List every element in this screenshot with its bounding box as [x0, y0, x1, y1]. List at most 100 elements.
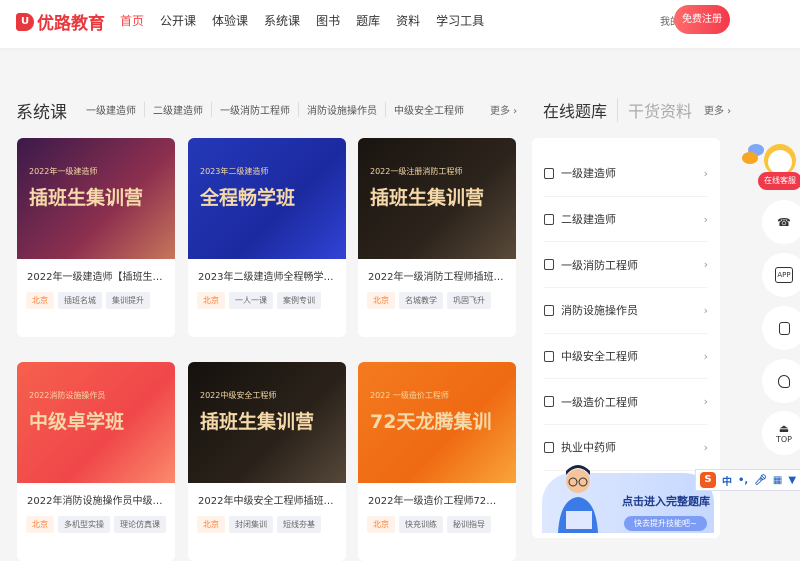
city-tag: 北京 [26, 516, 54, 533]
item-label: 执业中药师 [561, 441, 616, 455]
course-banner[interactable]: 2022消防设施操作员中级卓学班 [17, 362, 175, 483]
banner-subtitle: 2023年二级建造师 [200, 167, 269, 176]
question-bank-item[interactable]: 一级造价工程师 › [544, 379, 708, 426]
chevron-right-icon: › [703, 212, 708, 226]
nav-trial[interactable]: 体验课 [212, 12, 248, 29]
question-bank-item[interactable]: 中级安全工程师 › [544, 334, 708, 380]
item-label: 一级建造师 [561, 167, 616, 181]
punctuation-icon[interactable]: •, [738, 475, 748, 486]
course-banner[interactable]: 2022中级安全工程师插班生集训营 [188, 362, 346, 483]
course-title[interactable]: 2022年一级造价工程师72天龙腾... [368, 492, 506, 507]
banner-title: 插班生集训营 [370, 187, 485, 209]
online-service-button[interactable]: 在线客服 [758, 172, 800, 190]
feature-tag: 短线夯基 [277, 516, 321, 533]
promo-banner[interactable]: 点击进入完整题库 快去提升技能吧~ [542, 465, 714, 533]
feature-tag: 理论仿真课 [114, 516, 166, 533]
course-title[interactable]: 2022年中级安全工程师插班生集训营 [198, 492, 336, 507]
app-icon: APP [775, 267, 793, 283]
city-tag: 北京 [197, 516, 225, 533]
banner-title: 全程畅学班 [200, 187, 296, 209]
feature-tag: 集训提升 [106, 292, 150, 309]
course-title[interactable]: 2022年一级建造师【插班生集训营】 [27, 268, 165, 283]
nav-system-course[interactable]: 系统课 [264, 12, 300, 29]
question-bank-item[interactable]: 一级建造师 › [544, 151, 708, 197]
keyboard-icon[interactable]: ▦ [773, 475, 782, 486]
feature-tag: 封闭集训 [229, 516, 273, 533]
feature-tag: 秘训指导 [447, 516, 491, 533]
logo-icon: U [16, 12, 34, 31]
feature-tag: 案例专训 [277, 292, 321, 309]
promo-button[interactable]: 快去提升技能吧~ [624, 516, 707, 531]
book-icon [544, 396, 554, 408]
nav-home[interactable]: 首页 [120, 12, 144, 29]
feature-tag: 多机型实操 [58, 516, 110, 533]
coupon-icon [778, 374, 790, 388]
course-banner[interactable]: 2023年二级建造师全程畅学班 [188, 138, 346, 259]
course-banner[interactable]: 2022一级注册消防工程师 插班生集训营 [358, 138, 516, 259]
item-label: 一级消防工程师 [561, 258, 638, 272]
banner-subtitle: 2022中级安全工程师 [200, 391, 277, 400]
course-card[interactable]: 2022一级注册消防工程师插班生集训营 2022年一级消防工程师插班生集训营 北… [358, 138, 516, 337]
question-bank-item[interactable]: 二级建造师 › [544, 197, 708, 243]
subnav-item[interactable]: 二级建造师 [144, 102, 211, 117]
nav-tools[interactable]: 学习工具 [436, 12, 484, 29]
person-illustration-icon [558, 465, 598, 533]
course-title[interactable]: 2023年二级建造师全程畅学班【北... [198, 268, 336, 283]
ime-toolbar[interactable]: S 中 •, 🎤︎ ▦ ▼ [695, 469, 800, 491]
app-button[interactable]: APP [762, 253, 800, 297]
course-card[interactable]: 2022消防设施操作员中级卓学班 2022年消防设施操作员中级卓学班... 北京… [17, 362, 175, 561]
city-tag: 北京 [367, 516, 395, 533]
question-bank-item[interactable]: 消防设施操作员 › [544, 288, 708, 334]
banner-title: 插班生集训营 [29, 187, 144, 209]
subnav-item[interactable]: 一级建造师 [78, 102, 144, 117]
tab-question-bank[interactable]: 在线题库 [543, 98, 607, 122]
course-card[interactable]: 2022中级安全工程师插班生集训营 2022年中级安全工程师插班生集训营 北京封… [188, 362, 346, 561]
nav-materials[interactable]: 资料 [396, 12, 420, 29]
book-icon [544, 304, 554, 316]
chevron-right-icon: › [703, 349, 708, 363]
subnav-item[interactable]: 消防设施操作员 [298, 102, 385, 117]
chevron-right-icon: › [703, 166, 708, 180]
register-button[interactable]: 免费注册 [674, 5, 730, 34]
city-tag: 北京 [197, 292, 225, 309]
banner-subtitle: 2022年一级建造师 [29, 167, 98, 176]
tab-materials[interactable]: 干货资料 [617, 98, 692, 122]
back-to-top-button[interactable]: ⏏ TOP [762, 411, 800, 455]
feature-tag: 名城教学 [399, 292, 443, 309]
course-title[interactable]: 2022年一级消防工程师插班生集训营 [368, 268, 506, 283]
item-label: 消防设施操作员 [561, 304, 638, 318]
section-title: 系统课 [16, 103, 67, 123]
logo-text: 优路教育 [37, 14, 105, 34]
nav-books[interactable]: 图书 [316, 12, 340, 29]
course-card[interactable]: 2022 一级造价工程师 72天龙腾集训 2022年一级造价工程师72天龙腾...… [358, 362, 516, 561]
ime-language[interactable]: 中 [722, 473, 732, 488]
question-bank-item[interactable]: 一级消防工程师 › [544, 242, 708, 289]
course-title[interactable]: 2022年消防设施操作员中级卓学班... [27, 492, 165, 507]
logo[interactable]: U 优路教育 [16, 9, 105, 34]
course-banner[interactable]: 2022年一级建造师插班生集训营 [17, 138, 175, 259]
question-bank-panel: 一级建造师 › 二级建造师 › 一级消防工程师 › 消防设施操作员 › 中级安全工程师 › 一级造价… [532, 138, 720, 538]
coupon-button[interactable] [762, 359, 800, 403]
microphone-icon[interactable]: 🎤︎ [754, 475, 767, 486]
banner-title: 插班生集训营 [200, 411, 315, 433]
banner-subtitle: 2022消防设施操作员 [29, 391, 106, 400]
book-icon [544, 167, 554, 179]
book-icon [544, 350, 554, 362]
wechat-button[interactable] [762, 306, 800, 350]
course-card[interactable]: 2023年二级建造师全程畅学班 2023年二级建造师全程畅学班【北... 北京一… [188, 138, 346, 337]
skin-icon[interactable]: ▼ [788, 475, 796, 486]
city-tag: 北京 [367, 292, 395, 309]
nav-question-bank[interactable]: 题库 [356, 12, 380, 29]
course-card[interactable]: 2022年一级建造师插班生集训营 2022年一级建造师【插班生集训营】 北京插班… [17, 138, 175, 337]
eject-icon: ⏏ [778, 422, 790, 435]
bank-more-link[interactable]: 更多 › [704, 102, 731, 117]
subnav-item[interactable]: 一级消防工程师 [211, 102, 298, 117]
phone-button[interactable]: ☎ [762, 200, 800, 244]
nav-open-course[interactable]: 公开课 [160, 12, 196, 29]
book-icon [544, 259, 554, 271]
banner-title: 中级卓学班 [29, 411, 125, 433]
subnav-item[interactable]: 中级安全工程师 [385, 102, 472, 117]
course-banner[interactable]: 2022 一级造价工程师 72天龙腾集训 [358, 362, 516, 483]
wechat-icon [778, 321, 790, 335]
courses-more-link[interactable]: 更多 › [490, 102, 517, 117]
